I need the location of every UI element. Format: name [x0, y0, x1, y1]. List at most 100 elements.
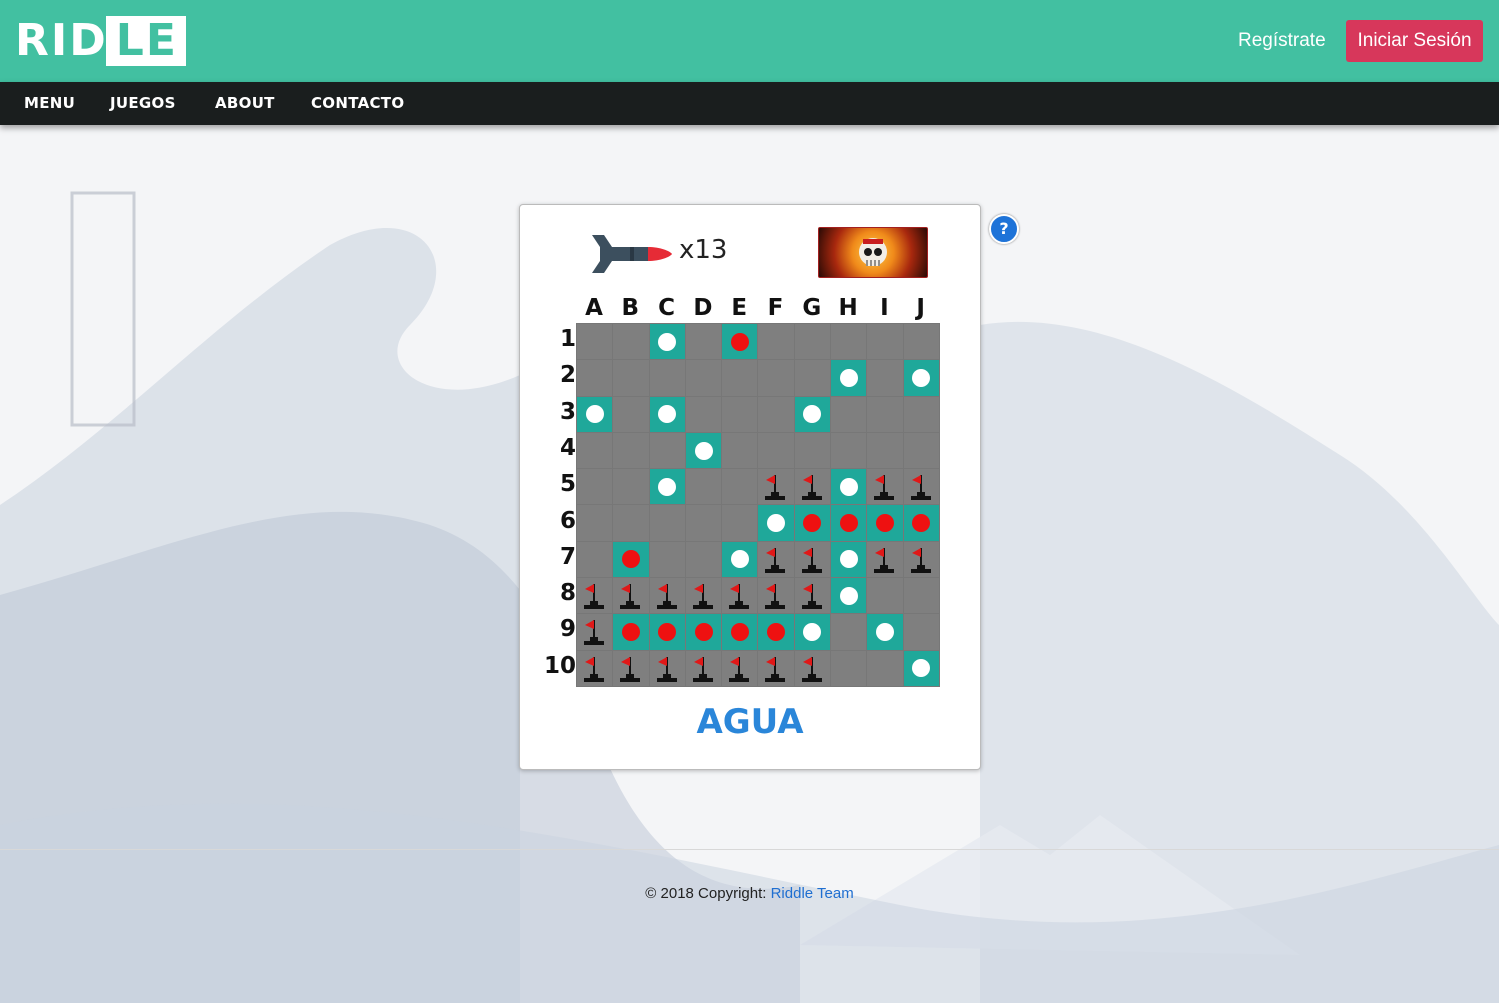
board-cell-b4[interactable]	[613, 432, 649, 469]
board-cell-f4[interactable]	[758, 432, 794, 469]
board-cell-b5[interactable]	[613, 469, 649, 505]
board-cell-b6[interactable]	[613, 505, 649, 541]
board-cell-b9[interactable]	[613, 614, 649, 650]
board-cell-e10[interactable]	[722, 650, 758, 686]
board-cell-j3[interactable]	[903, 396, 939, 432]
board-cell-j5[interactable]	[903, 469, 939, 505]
board-cell-g4[interactable]	[794, 432, 831, 469]
board-cell-b7[interactable]	[613, 541, 649, 578]
board-cell-f5[interactable]	[758, 469, 794, 505]
board-cell-d7[interactable]	[685, 541, 722, 578]
board-cell-d1[interactable]	[685, 324, 722, 360]
board-cell-h6[interactable]	[831, 505, 867, 541]
board-cell-a4[interactable]	[577, 432, 613, 469]
board-cell-f1[interactable]	[758, 324, 794, 360]
board-cell-j2[interactable]	[903, 360, 939, 396]
board-cell-j8[interactable]	[903, 578, 939, 614]
board-cell-f7[interactable]	[758, 541, 794, 578]
board-cell-b8[interactable]	[613, 578, 649, 614]
board-cell-e1[interactable]	[722, 324, 758, 360]
board-cell-c4[interactable]	[649, 432, 685, 469]
board-cell-c10[interactable]	[649, 650, 685, 686]
board-cell-d9[interactable]	[685, 614, 722, 650]
board-cell-d4[interactable]	[685, 432, 722, 469]
register-link[interactable]: Regístrate	[1238, 30, 1326, 52]
board-cell-e5[interactable]	[722, 469, 758, 505]
board-cell-g1[interactable]	[794, 324, 831, 360]
board-cell-d6[interactable]	[685, 505, 722, 541]
board-cell-e3[interactable]	[722, 396, 758, 432]
board-cell-d10[interactable]	[685, 650, 722, 686]
board-cell-j1[interactable]	[903, 324, 939, 360]
help-button[interactable]: ?	[989, 214, 1019, 244]
nav-item-menu[interactable]: MENU	[24, 94, 75, 112]
board-cell-a2[interactable]	[577, 360, 613, 396]
board-cell-a6[interactable]	[577, 505, 613, 541]
board-cell-f8[interactable]	[758, 578, 794, 614]
board-cell-e8[interactable]	[722, 578, 758, 614]
board-cell-h10[interactable]	[831, 650, 867, 686]
board-cell-c9[interactable]	[649, 614, 685, 650]
board-cell-h3[interactable]	[831, 396, 867, 432]
board-cell-g10[interactable]	[794, 650, 831, 686]
board-cell-a7[interactable]	[577, 541, 613, 578]
board-cell-g2[interactable]	[794, 360, 831, 396]
board-cell-b2[interactable]	[613, 360, 649, 396]
board-cell-e9[interactable]	[722, 614, 758, 650]
board-cell-b10[interactable]	[613, 650, 649, 686]
board-cell-h7[interactable]	[831, 541, 867, 578]
board-cell-c1[interactable]	[649, 324, 685, 360]
board-cell-j10[interactable]	[903, 650, 939, 686]
board-cell-a10[interactable]	[577, 650, 613, 686]
board-cell-e4[interactable]	[722, 432, 758, 469]
board-cell-d2[interactable]	[685, 360, 722, 396]
board-cell-i8[interactable]	[867, 578, 903, 614]
board-cell-c6[interactable]	[649, 505, 685, 541]
board-cell-e7[interactable]	[722, 541, 758, 578]
board-cell-c8[interactable]	[649, 578, 685, 614]
board-cell-c2[interactable]	[649, 360, 685, 396]
board-cell-b3[interactable]	[613, 396, 649, 432]
board-cell-i9[interactable]	[867, 614, 903, 650]
board-cell-b1[interactable]	[613, 324, 649, 360]
board-cell-h5[interactable]	[831, 469, 867, 505]
board-cell-j7[interactable]	[903, 541, 939, 578]
board-cell-e2[interactable]	[722, 360, 758, 396]
riddle-team-link[interactable]: Riddle Team	[771, 885, 854, 902]
nav-item-about[interactable]: ABOUT	[215, 94, 275, 112]
board-cell-f6[interactable]	[758, 505, 794, 541]
board-cell-g9[interactable]	[794, 614, 831, 650]
board-cell-h2[interactable]	[831, 360, 867, 396]
board-cell-h4[interactable]	[831, 432, 867, 469]
board-cell-g5[interactable]	[794, 469, 831, 505]
board-cell-a5[interactable]	[577, 469, 613, 505]
board-cell-c5[interactable]	[649, 469, 685, 505]
board-cell-i4[interactable]	[867, 432, 903, 469]
board-cell-j6[interactable]	[903, 505, 939, 541]
board-cell-i10[interactable]	[867, 650, 903, 686]
nav-item-contacto[interactable]: CONTACTO	[311, 94, 404, 112]
board-cell-f2[interactable]	[758, 360, 794, 396]
board-cell-e6[interactable]	[722, 505, 758, 541]
riddle-logo[interactable]: RID LE	[15, 16, 186, 66]
board-cell-i1[interactable]	[867, 324, 903, 360]
board-cell-c3[interactable]	[649, 396, 685, 432]
board-cell-j4[interactable]	[903, 432, 939, 469]
board-cell-i2[interactable]	[867, 360, 903, 396]
board-cell-h8[interactable]	[831, 578, 867, 614]
board-cell-a9[interactable]	[577, 614, 613, 650]
board-cell-h9[interactable]	[831, 614, 867, 650]
board-cell-c7[interactable]	[649, 541, 685, 578]
board-cell-f3[interactable]	[758, 396, 794, 432]
login-button[interactable]: Iniciar Sesión	[1346, 20, 1483, 62]
board-cell-a1[interactable]	[577, 324, 613, 360]
board-cell-d5[interactable]	[685, 469, 722, 505]
board-cell-g3[interactable]	[794, 396, 831, 432]
board-cell-i5[interactable]	[867, 469, 903, 505]
board-cell-h1[interactable]	[831, 324, 867, 360]
board-cell-f9[interactable]	[758, 614, 794, 650]
board-cell-d8[interactable]	[685, 578, 722, 614]
board-cell-g8[interactable]	[794, 578, 831, 614]
board-cell-j9[interactable]	[903, 614, 939, 650]
board-cell-a8[interactable]	[577, 578, 613, 614]
